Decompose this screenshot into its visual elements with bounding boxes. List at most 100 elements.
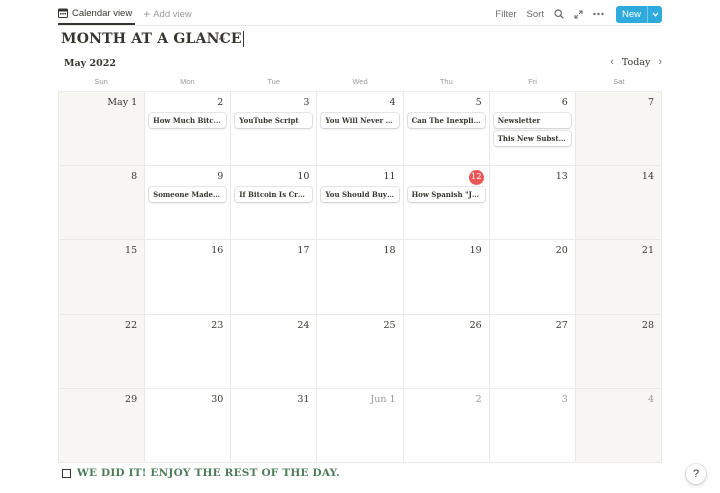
- calendar-day-cell[interactable]: 26: [403, 314, 490, 389]
- calendar-day-cell[interactable]: 15: [59, 240, 146, 315]
- calendar-day-cell[interactable]: 17: [231, 240, 318, 315]
- toolbar-divider: [58, 25, 662, 26]
- filter-button[interactable]: Filter: [495, 9, 516, 20]
- calendar-day-cell[interactable]: 5 Can The Inexplicab...: [403, 92, 490, 167]
- calendar-day-cell[interactable]: 31: [231, 388, 318, 463]
- calendar-day-cell[interactable]: 30: [145, 388, 232, 463]
- day-number: 7: [647, 97, 654, 108]
- calendar-day-cell[interactable]: 2: [403, 388, 490, 463]
- calendar-day-cell[interactable]: 3 YouTube Script: [231, 92, 318, 167]
- todo-text[interactable]: WE DID IT! ENJOY THE REST OF THE DAY.: [77, 467, 340, 479]
- weekday-label: Fri: [528, 77, 537, 86]
- day-number: 22: [125, 319, 138, 331]
- event-card[interactable]: You Should Buy Th...: [321, 187, 399, 203]
- event-card[interactable]: Newsletter: [493, 113, 571, 128]
- calendar-day-cell[interactable]: 10 If Bitcoin Is Crashin...: [231, 166, 318, 241]
- calendar-day-cell[interactable]: 4 You Will Never Be ...: [317, 92, 404, 167]
- calendar-day-cell[interactable]: 8: [59, 166, 146, 241]
- weekday-label: Thu: [439, 77, 453, 86]
- calendar-day-cell[interactable]: 14: [575, 166, 662, 241]
- calendar-day-cell[interactable]: 28: [575, 314, 662, 389]
- day-number: 21: [641, 245, 654, 257]
- day-number: 3: [561, 393, 568, 405]
- calendar-day-cell[interactable]: 24: [231, 314, 318, 389]
- calendar-day-cell[interactable]: 7: [575, 92, 662, 167]
- calendar-day-cell[interactable]: 4: [575, 388, 662, 463]
- weekday-label: Tue: [267, 77, 281, 86]
- event-card[interactable]: This New Substack ...: [493, 131, 571, 146]
- month-label: May 2022: [64, 58, 116, 69]
- day-number: 9: [217, 171, 224, 183]
- month-navigation: ‹ Today ›: [610, 56, 662, 68]
- event-card[interactable]: Someone Made The...: [149, 187, 227, 203]
- event-card[interactable]: How Much Bitcoin ...: [149, 113, 227, 128]
- event-card[interactable]: You Will Never Be ...: [321, 113, 399, 128]
- tab-calendar-view-label: Calendar view: [72, 7, 133, 19]
- day-number: 20: [555, 245, 568, 257]
- event-card[interactable]: Can The Inexplicab...: [407, 113, 485, 128]
- sort-button[interactable]: Sort: [527, 9, 544, 20]
- calendar-day-cell[interactable]: 22: [59, 314, 146, 389]
- calendar-day-cell[interactable]: 20: [489, 240, 576, 315]
- calendar-day-cell[interactable]: 19: [403, 240, 490, 315]
- calendar-day-cell[interactable]: Jun 1: [317, 388, 404, 463]
- event-card[interactable]: YouTube Script: [235, 113, 313, 128]
- day-number: 12: [408, 170, 485, 186]
- new-button-label: New: [621, 8, 641, 20]
- day-number: Jun 1: [370, 393, 396, 405]
- today-button[interactable]: Today: [622, 57, 650, 68]
- search-icon[interactable]: [554, 9, 564, 19]
- calendar-day-cell[interactable]: 6 Newsletter This New Substack ...: [489, 92, 576, 167]
- day-number: 24: [297, 319, 310, 331]
- calendar-day-cell[interactable]: 9 Someone Made The...: [145, 166, 232, 241]
- day-number: 4: [647, 393, 654, 405]
- day-number: 17: [297, 245, 310, 257]
- chevron-down-icon[interactable]: [647, 5, 662, 23]
- calendar-day-cell[interactable]: 12 How Spanish "Jorn...: [403, 166, 490, 241]
- today-badge: 12: [468, 170, 484, 186]
- day-number: May 1: [107, 97, 138, 108]
- chevron-left-icon[interactable]: ‹: [610, 56, 614, 68]
- weekday-header: Sun Mon Tue Wed Thu Fri Sat: [58, 77, 662, 86]
- todo-item: WE DID IT! ENJOY THE REST OF THE DAY.: [62, 467, 340, 479]
- day-number: 5: [475, 97, 482, 108]
- todo-checkbox[interactable]: [62, 468, 71, 478]
- weekday-label: Mon: [180, 77, 195, 86]
- new-button[interactable]: New: [615, 5, 662, 23]
- day-number: 11: [383, 171, 396, 183]
- add-view-button[interactable]: + Add view: [143, 8, 192, 20]
- calendar-day-cell[interactable]: 2 How Much Bitcoin ...: [145, 92, 232, 167]
- weekday-label: Sat: [613, 77, 625, 86]
- weekday-label: Sun: [94, 77, 108, 86]
- day-number: 25: [383, 319, 396, 331]
- calendar-day-cell[interactable]: 21: [575, 240, 662, 315]
- chevron-right-icon[interactable]: ›: [658, 56, 662, 68]
- calendar-day-cell[interactable]: 25: [317, 314, 404, 389]
- calendar-day-cell[interactable]: 13: [489, 166, 576, 241]
- calendar-day-cell[interactable]: 27: [489, 314, 576, 389]
- calendar-day-cell[interactable]: 3: [489, 388, 576, 463]
- event-card[interactable]: If Bitcoin Is Crashin...: [235, 187, 313, 203]
- calendar-icon: [58, 8, 68, 18]
- day-number: 2: [475, 393, 482, 405]
- calendar-day-cell[interactable]: 11 You Should Buy Th...: [317, 166, 404, 241]
- day-number: 15: [125, 245, 138, 257]
- event-card[interactable]: How Spanish "Jorn...: [407, 187, 485, 203]
- day-number: 29: [125, 393, 138, 405]
- day-number: 26: [469, 319, 482, 331]
- calendar-day-cell[interactable]: 16: [145, 240, 232, 315]
- day-number: 16: [211, 245, 224, 257]
- day-number: 18: [383, 245, 396, 257]
- calendar-day-cell[interactable]: 18: [317, 240, 404, 315]
- calendar-day-cell[interactable]: May 1: [59, 92, 146, 167]
- weekday-label: Wed: [352, 77, 368, 86]
- help-button[interactable]: ?: [686, 464, 706, 484]
- calendar-day-cell[interactable]: 29: [59, 388, 146, 463]
- tab-calendar-view[interactable]: Calendar view: [58, 3, 136, 25]
- title-more-icon[interactable]: ···: [213, 33, 227, 45]
- day-number: 23: [211, 319, 224, 331]
- expand-icon[interactable]: [574, 9, 583, 19]
- more-options-icon[interactable]: [593, 12, 604, 16]
- calendar-day-cell[interactable]: 23: [145, 314, 232, 389]
- add-view-label: Add view: [153, 8, 192, 20]
